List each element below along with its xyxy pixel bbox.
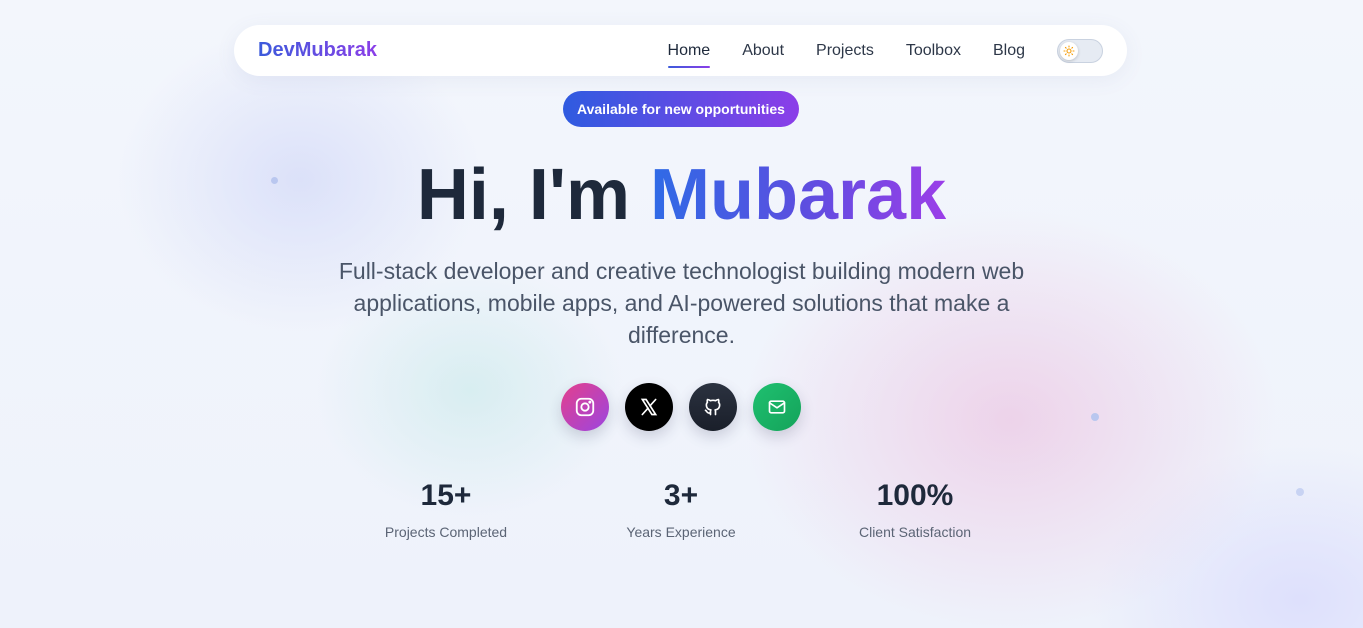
mail-icon (768, 400, 786, 414)
stat-experience: 3+ Years Experience (581, 478, 781, 540)
stat-value: 3+ (663, 479, 699, 512)
nav-link-blog[interactable]: Blog (993, 42, 1025, 60)
nav-link-about[interactable]: About (742, 42, 784, 60)
stat-value: 100% (876, 479, 954, 512)
instagram-icon (575, 397, 595, 417)
email-button[interactable] (753, 383, 801, 431)
social-links (561, 383, 801, 431)
navbar: DevMubarak Home About Projects Toolbox B… (234, 25, 1127, 76)
availability-badge: Available for new opportunities (563, 91, 799, 127)
github-button[interactable] (689, 383, 737, 431)
nav-link-toolbox[interactable]: Toolbox (906, 42, 961, 60)
nav-links: Home About Projects Toolbox Blog (667, 38, 1103, 68)
x-icon (640, 398, 658, 416)
hero-subtitle: Full-stack developer and creative techno… (338, 258, 1025, 348)
stat-label: Client Satisfaction (858, 524, 972, 540)
x-button[interactable] (625, 383, 673, 431)
toggle-knob (1060, 41, 1078, 60)
stat-satisfaction: 100% Client Satisfaction (815, 478, 1015, 540)
brand-logo[interactable]: DevMubarak (258, 39, 377, 62)
theme-toggle[interactable] (1057, 38, 1103, 63)
stat-value: 15+ (420, 479, 472, 512)
nav-link-projects[interactable]: Projects (816, 42, 874, 60)
decorative-dot (1296, 488, 1304, 496)
hero-greeting: Hi, I'm (416, 155, 651, 235)
stat-label: Years Experience (626, 524, 736, 540)
stat-projects: 15+ Projects Completed (346, 478, 546, 540)
sun-icon (1063, 44, 1075, 57)
github-icon (704, 398, 721, 416)
hero-title: Hi, I'm Mubarak (0, 152, 1363, 238)
hero-name: Mubarak (650, 155, 947, 235)
decorative-dot (1091, 413, 1099, 421)
nav-link-home[interactable]: Home (667, 42, 710, 68)
stat-label: Projects Completed (384, 524, 508, 540)
instagram-button[interactable] (561, 383, 609, 431)
